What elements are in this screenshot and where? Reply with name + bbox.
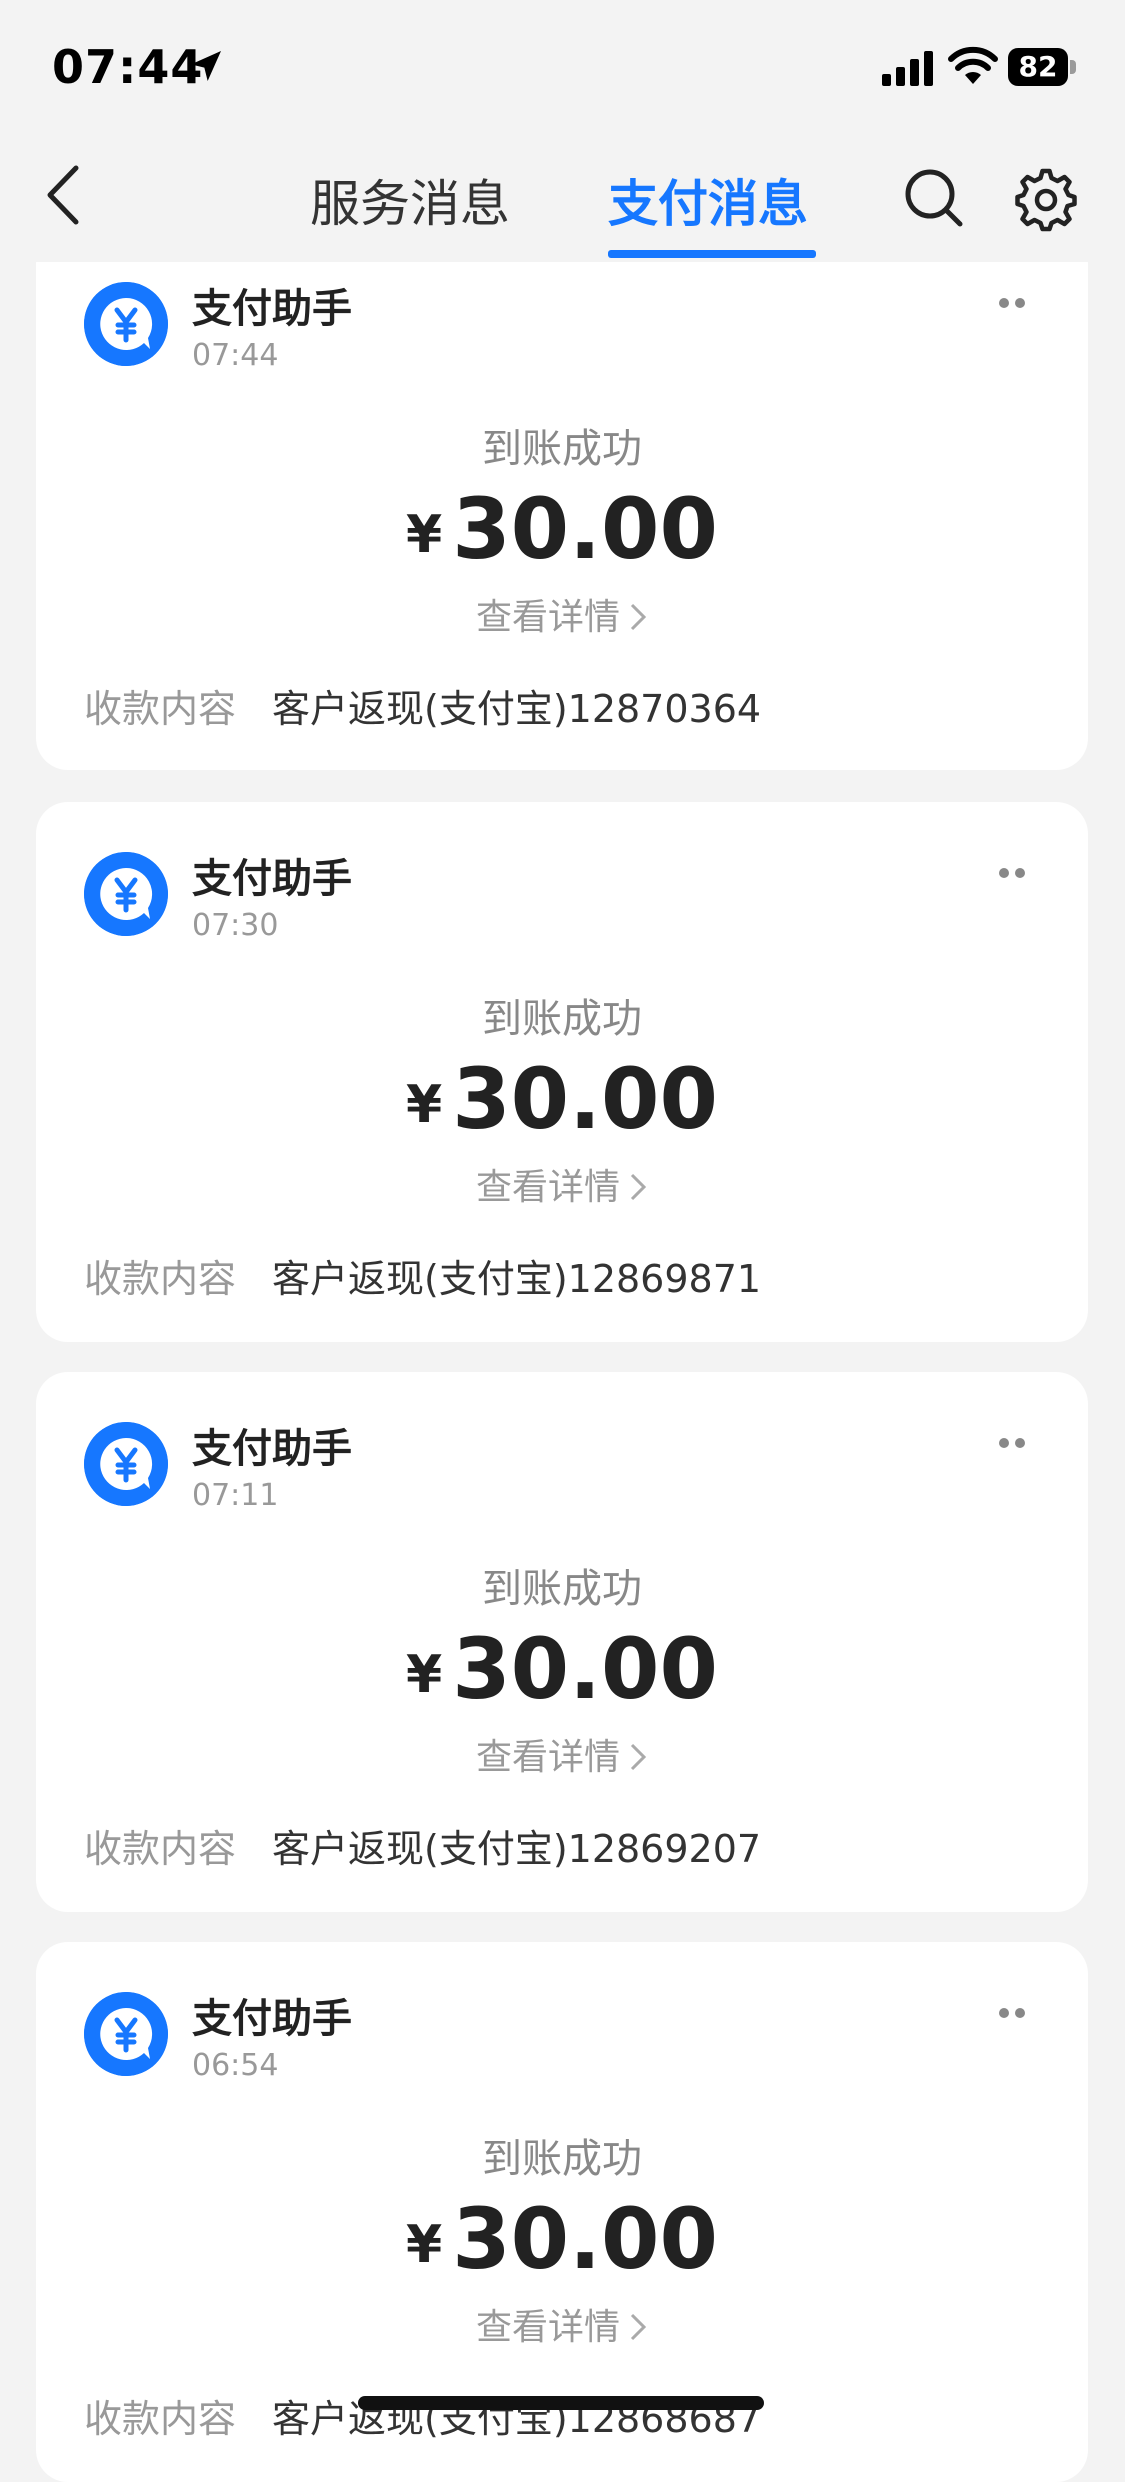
content-label: 收款内容	[84, 2397, 237, 2441]
amount-value: 30.00	[452, 1050, 718, 1148]
content-label: 收款内容	[84, 687, 237, 731]
content-label: 收款内容	[84, 1827, 237, 1871]
chevron-right-icon	[630, 2313, 647, 2341]
tab-service-messages[interactable]: 服务消息	[310, 164, 510, 236]
card-time: 07:11	[192, 1478, 279, 1513]
gear-icon[interactable]	[1012, 166, 1080, 234]
card-title: 支付助手	[192, 1996, 352, 2042]
chevron-right-icon	[630, 1173, 647, 1201]
view-details-link[interactable]: 查看详情	[36, 1158, 1088, 1210]
amount: ¥30.00	[36, 2190, 1088, 2288]
card-time: 07:30	[192, 908, 279, 943]
wifi-icon	[948, 46, 998, 84]
yen-avatar-icon	[84, 1992, 168, 2076]
status-text: 到账成功	[482, 426, 642, 472]
search-icon[interactable]	[902, 166, 966, 230]
back-icon[interactable]	[40, 160, 90, 230]
view-details-label: 查看详情	[475, 2307, 620, 2348]
card-time: 07:44	[192, 338, 279, 373]
active-tab-indicator	[608, 250, 816, 258]
nav-bar: 服务消息 支付消息	[0, 130, 1125, 262]
status-text: 到账成功	[482, 2136, 642, 2182]
currency-symbol: ¥	[406, 2215, 443, 2275]
tab-payment-messages[interactable]: 支付消息	[608, 164, 808, 236]
view-details-label: 查看详情	[475, 597, 620, 638]
more-icon[interactable]	[982, 1998, 1042, 2028]
content-value: 客户返现(支付宝)12870364	[272, 687, 762, 731]
amount: ¥30.00	[36, 1050, 1088, 1148]
status-bar: 07:44 82	[0, 0, 1125, 130]
currency-symbol: ¥	[406, 1645, 443, 1705]
view-details-link[interactable]: 查看详情	[36, 1728, 1088, 1780]
content-value: 客户返现(支付宝)12869207	[272, 1827, 762, 1871]
view-details-link[interactable]: 查看详情	[36, 2298, 1088, 2350]
content-value: 客户返现(支付宝)12869871	[272, 1257, 762, 1301]
location-arrow-icon	[191, 51, 221, 81]
payment-card[interactable]: 支付助手 07:11 到账成功 ¥30.00 查看详情 收款内容 客户返现(支付…	[36, 1372, 1088, 1912]
status-text: 到账成功	[482, 1566, 642, 1612]
battery-icon: 82	[1008, 48, 1076, 86]
chevron-right-icon	[630, 603, 647, 631]
amount-value: 30.00	[452, 1620, 718, 1718]
signal-icon	[882, 51, 933, 86]
more-icon[interactable]	[982, 1428, 1042, 1458]
card-time: 06:54	[192, 2048, 279, 2083]
card-title: 支付助手	[192, 1426, 352, 1472]
amount: ¥30.00	[36, 1620, 1088, 1718]
amount-value: 30.00	[452, 480, 718, 578]
view-details-label: 查看详情	[475, 1737, 620, 1778]
more-icon[interactable]	[982, 858, 1042, 888]
amount-value: 30.00	[452, 2190, 718, 2288]
card-title: 支付助手	[192, 856, 352, 902]
currency-symbol: ¥	[406, 505, 443, 565]
view-details-label: 查看详情	[475, 1167, 620, 1208]
currency-symbol: ¥	[406, 1075, 443, 1135]
view-details-link[interactable]: 查看详情	[36, 588, 1088, 640]
battery-level: 82	[1008, 48, 1068, 86]
payment-card[interactable]: 支付助手 07:30 到账成功 ¥30.00 查看详情 收款内容 客户返现(支付…	[36, 802, 1088, 1342]
amount: ¥30.00	[36, 480, 1088, 578]
status-text: 到账成功	[482, 996, 642, 1042]
chevron-right-icon	[630, 1743, 647, 1771]
content-label: 收款内容	[84, 1257, 237, 1301]
card-title: 支付助手	[192, 286, 352, 332]
yen-avatar-icon	[84, 1422, 168, 1506]
more-icon[interactable]	[982, 288, 1042, 318]
yen-avatar-icon	[84, 852, 168, 936]
yen-avatar-icon	[84, 282, 168, 366]
home-indicator[interactable]	[358, 2396, 764, 2410]
status-time: 07:44	[52, 40, 204, 94]
payment-card[interactable]: 支付助手 07:44 到账成功 ¥30.00 查看详情 收款内容 客户返现(支付…	[36, 232, 1088, 770]
